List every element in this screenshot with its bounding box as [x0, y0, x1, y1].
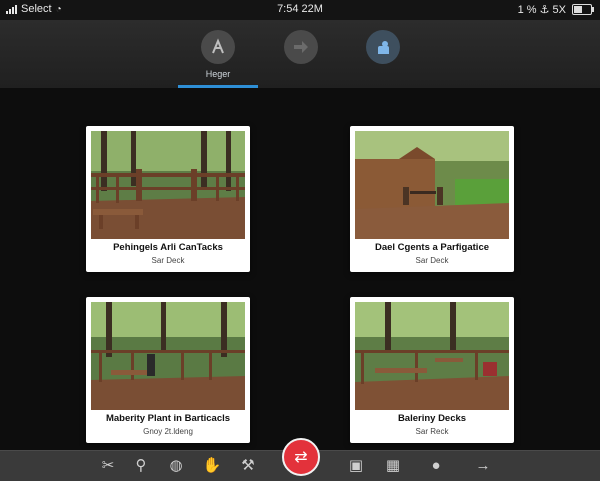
deck-photo [355, 131, 509, 239]
card-title: Pehingels Arli CanTacks [113, 242, 223, 253]
battery-icon [572, 4, 594, 15]
forward-arrow-icon[interactable] [284, 30, 318, 64]
arrow-right-icon[interactable]: → [472, 456, 494, 476]
status-bar: Select ◔ 7:54 22M 1 % ⚓ 5X [0, 0, 600, 20]
apple-icon[interactable]: ● [425, 456, 447, 476]
card-title: Baleriny Decks [397, 413, 467, 424]
camera-icon[interactable]: ▣ [345, 456, 367, 476]
deck-card[interactable]: Baleriny Decks Sar Reck [350, 297, 514, 443]
person-icon[interactable] [366, 30, 400, 64]
card-title: Maberity Plant in Barticacls [105, 413, 231, 424]
deck-photo [355, 302, 509, 410]
tab-label-heger[interactable]: Heger [178, 69, 258, 79]
location-pin-icon[interactable]: ⚲ [130, 456, 152, 476]
deck-card[interactable]: Maberity Plant in Barticacls Gnoy 2t.lde… [86, 297, 250, 443]
card-title: Dael Cgents a Parfigatice [374, 242, 490, 253]
status-time: 7:54 22M [277, 3, 323, 15]
wrench-icon[interactable]: ⚒ [237, 456, 259, 476]
swap-icon[interactable]: ⇄ [282, 438, 320, 476]
card-subtitle: Gnoy 2t.ldeng [143, 427, 193, 436]
active-tab-indicator [178, 85, 258, 88]
card-subtitle: Sar Reck [415, 427, 449, 436]
globe-icon[interactable]: ◍ [165, 456, 187, 476]
deck-photo [91, 302, 245, 410]
status-indicators: 1 % ⚓ 5X [517, 4, 566, 16]
deck-card[interactable]: Pehingels Arli CanTacks Sar Deck [86, 126, 250, 272]
compass-icon[interactable] [201, 30, 235, 64]
top-navigation: Heger [0, 20, 600, 88]
calendar-icon[interactable]: ▦ [382, 456, 404, 476]
deck-card[interactable]: Dael Cgents a Parfigatice Sar Deck [350, 126, 514, 272]
card-subtitle: Sar Deck [415, 256, 449, 265]
tools-icon[interactable]: ✂ [97, 456, 119, 476]
card-subtitle: Sar Deck [151, 256, 185, 265]
deck-photo [91, 131, 245, 239]
hand-icon[interactable]: ✋ [201, 456, 223, 476]
